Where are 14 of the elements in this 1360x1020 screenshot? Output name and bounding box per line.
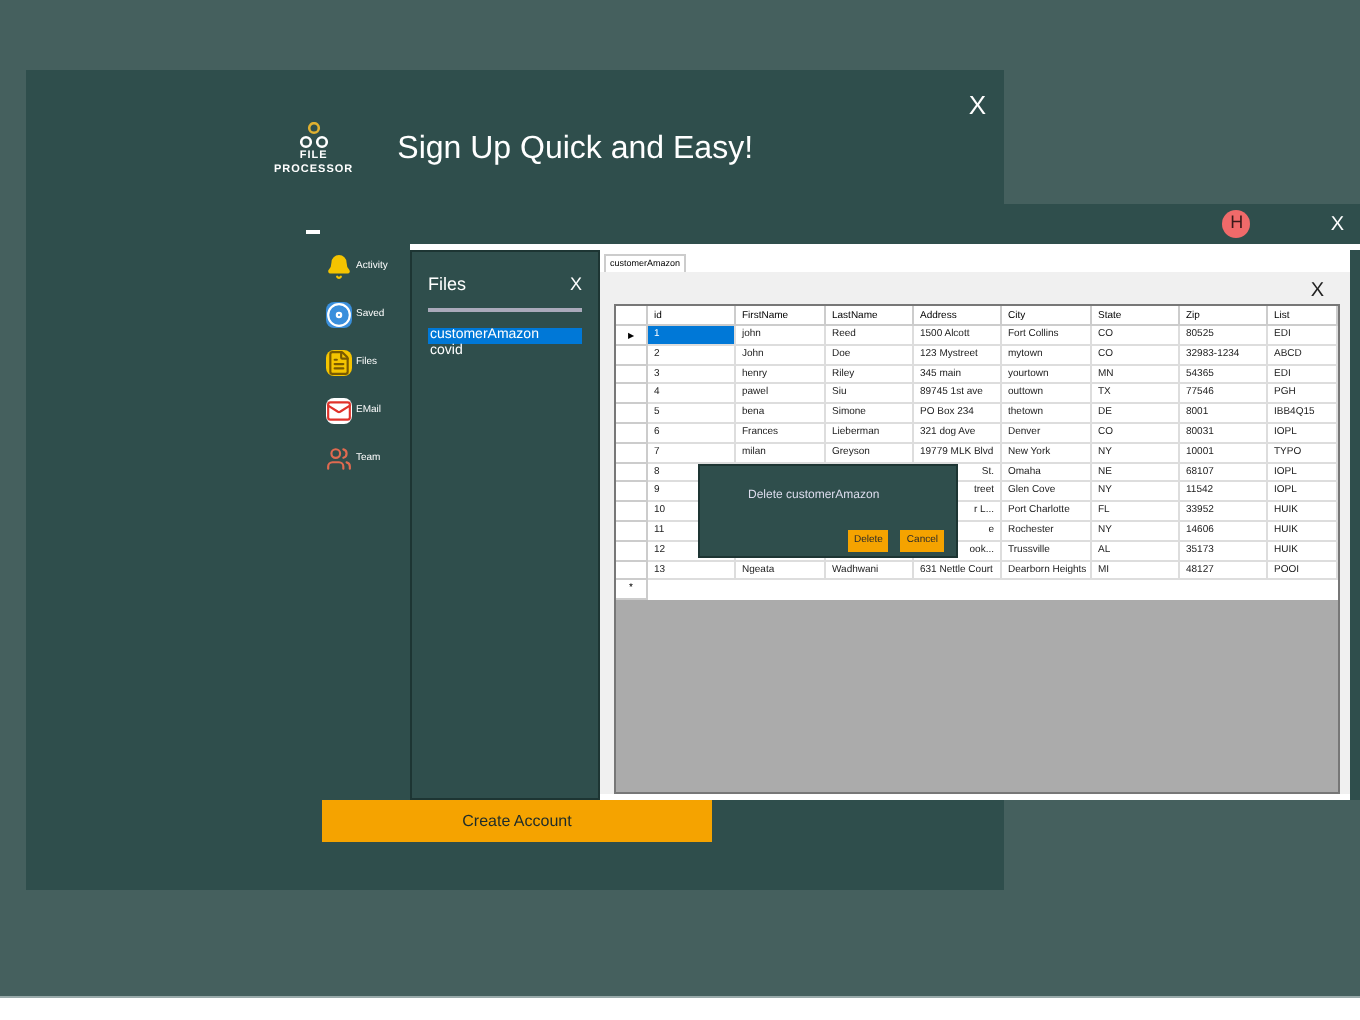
logo-icon bbox=[297, 122, 330, 150]
close-button[interactable]: X bbox=[968, 86, 986, 125]
disc-icon bbox=[326, 302, 352, 328]
close-button[interactable]: X bbox=[1330, 209, 1344, 239]
people-icon bbox=[326, 446, 352, 472]
create-account-button[interactable]: Create Account bbox=[322, 800, 712, 842]
close-button[interactable]: X bbox=[1310, 278, 1324, 304]
close-button[interactable]: X bbox=[569, 272, 582, 299]
panel-title: Files bbox=[428, 272, 467, 298]
mail-icon bbox=[326, 398, 352, 424]
page-title: Sign Up Quick and Easy! bbox=[397, 130, 754, 170]
bell-icon bbox=[326, 254, 352, 280]
avatar[interactable]: H bbox=[1222, 210, 1251, 238]
document-icon bbox=[326, 350, 352, 376]
